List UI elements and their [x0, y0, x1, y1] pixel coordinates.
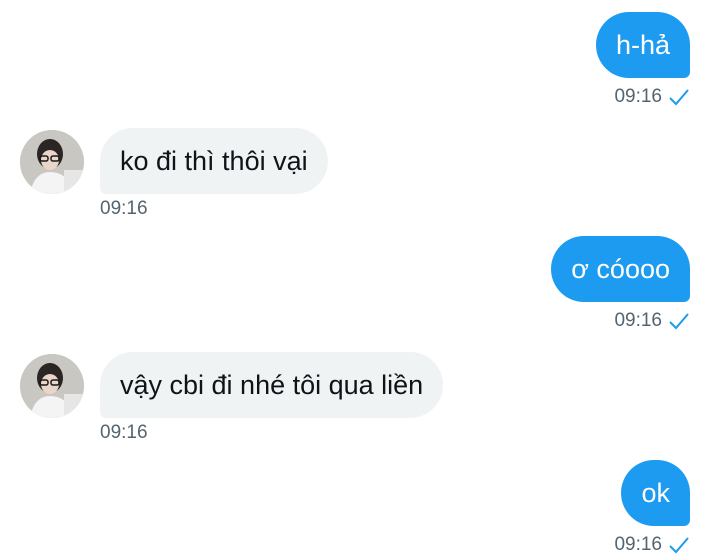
- avatar[interactable]: [20, 130, 84, 194]
- message-timestamp: 09:16: [614, 310, 662, 331]
- outgoing-message[interactable]: h-hả: [595, 12, 690, 78]
- message-bubble[interactable]: h-hả: [595, 12, 690, 78]
- outgoing-message[interactable]: ok: [621, 460, 690, 526]
- message-meta: 09:16: [614, 86, 690, 108]
- check-icon: [669, 313, 689, 330]
- message-timestamp: 09:16: [614, 534, 662, 555]
- chat-conversation: h-hả 09:16 ko đi thì thôi vại 09:16 ơ có…: [0, 0, 720, 559]
- message-meta: 09:16: [614, 310, 690, 332]
- message-timestamp: 09:16: [100, 198, 148, 219]
- message-bubble[interactable]: ok: [621, 460, 690, 526]
- message-meta: 09:16: [614, 534, 690, 556]
- user-avatar-icon: [20, 130, 84, 194]
- check-icon: [669, 537, 689, 554]
- message-meta: 09:16: [100, 198, 148, 220]
- message-timestamp: 09:16: [614, 86, 662, 107]
- message-meta: 09:16: [100, 422, 148, 444]
- check-icon: [669, 89, 689, 106]
- user-avatar-icon: [20, 354, 84, 418]
- message-bubble[interactable]: vậy cbi đi nhé tôi qua liền: [100, 352, 444, 418]
- message-bubble[interactable]: ko đi thì thôi vại: [100, 128, 328, 194]
- message-bubble[interactable]: ơ cóooo: [551, 236, 690, 302]
- outgoing-message[interactable]: ơ cóooo: [551, 236, 690, 302]
- incoming-message[interactable]: ko đi thì thôi vại: [100, 128, 328, 194]
- incoming-message[interactable]: vậy cbi đi nhé tôi qua liền: [100, 352, 444, 418]
- message-timestamp: 09:16: [100, 422, 148, 443]
- avatar[interactable]: [20, 354, 84, 418]
